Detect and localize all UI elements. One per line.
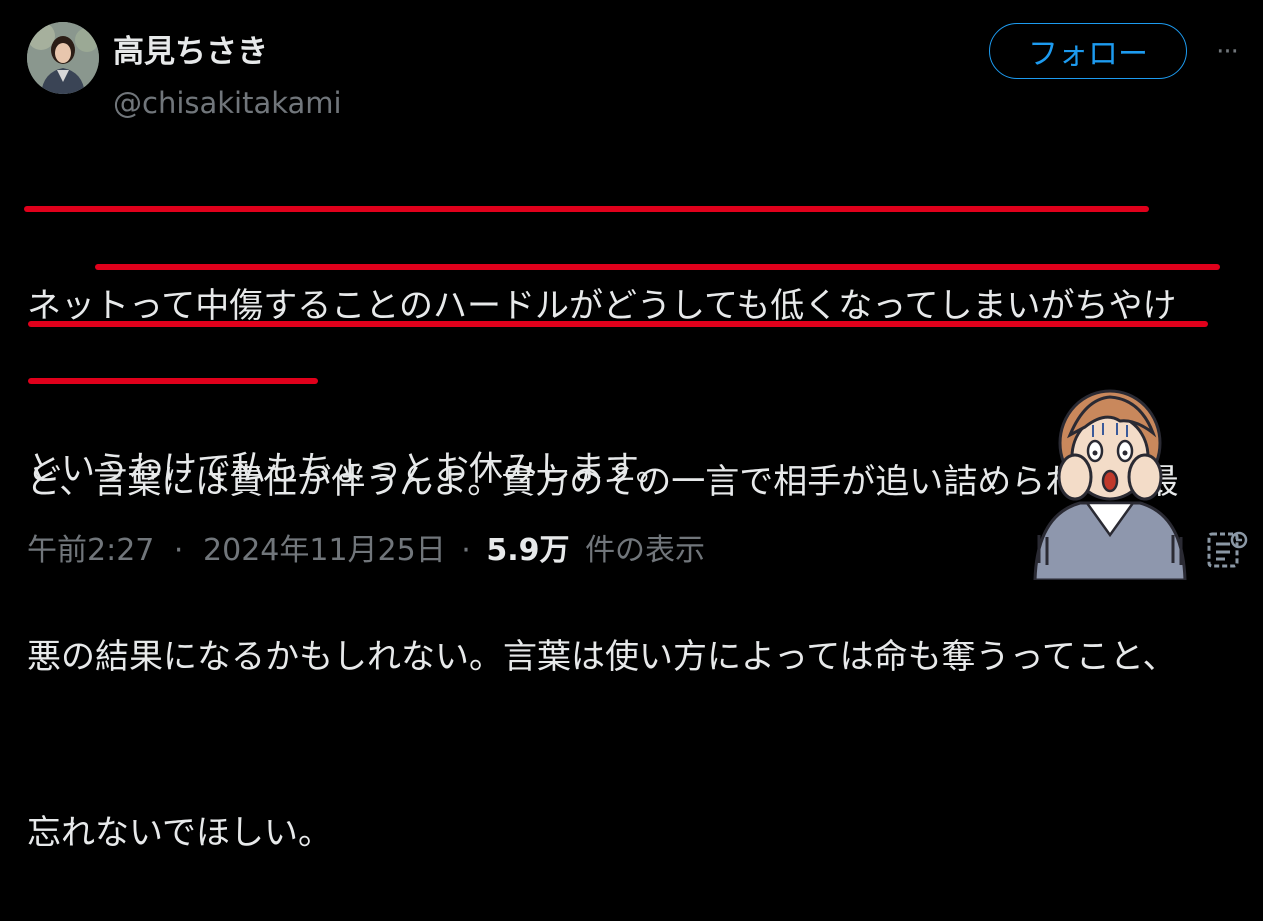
post-second-paragraph: というわけで私もちょっとお休みします。 (27, 449, 670, 489)
follow-button[interactable]: フォロー (989, 23, 1187, 79)
views-label: 件の表示 (585, 533, 706, 568)
highlight-underline (95, 264, 1220, 270)
author-handle[interactable]: @chisakitakami (113, 86, 342, 120)
avatar[interactable] (27, 22, 99, 94)
analytics-icon[interactable] (1205, 528, 1249, 572)
highlight-underline (28, 378, 318, 384)
post-line: 忘れないでほしい。 (27, 812, 332, 853)
more-options-icon[interactable]: ··· (1205, 32, 1249, 72)
profile-photo-icon (27, 22, 99, 94)
author-display-name[interactable]: 高見ちさき (113, 26, 268, 71)
post-time[interactable]: 午前2:27 (27, 533, 154, 568)
separator: · (173, 533, 184, 568)
separator: · (461, 533, 471, 568)
post-meta: 午前2:27 · 2024年11月25日 · 5.9万 件の表示 (27, 525, 705, 569)
shocked-woman-illustration (1033, 389, 1187, 580)
highlight-underline (24, 206, 1149, 212)
highlight-underline (28, 321, 1208, 327)
post-line: 悪の結果になるかもしれない。言葉は使い方によっては命も奪うってこと、 (27, 637, 1177, 677)
views-count[interactable]: 5.9万 (486, 533, 569, 568)
post-date[interactable]: 2024年11月25日 (203, 533, 446, 568)
